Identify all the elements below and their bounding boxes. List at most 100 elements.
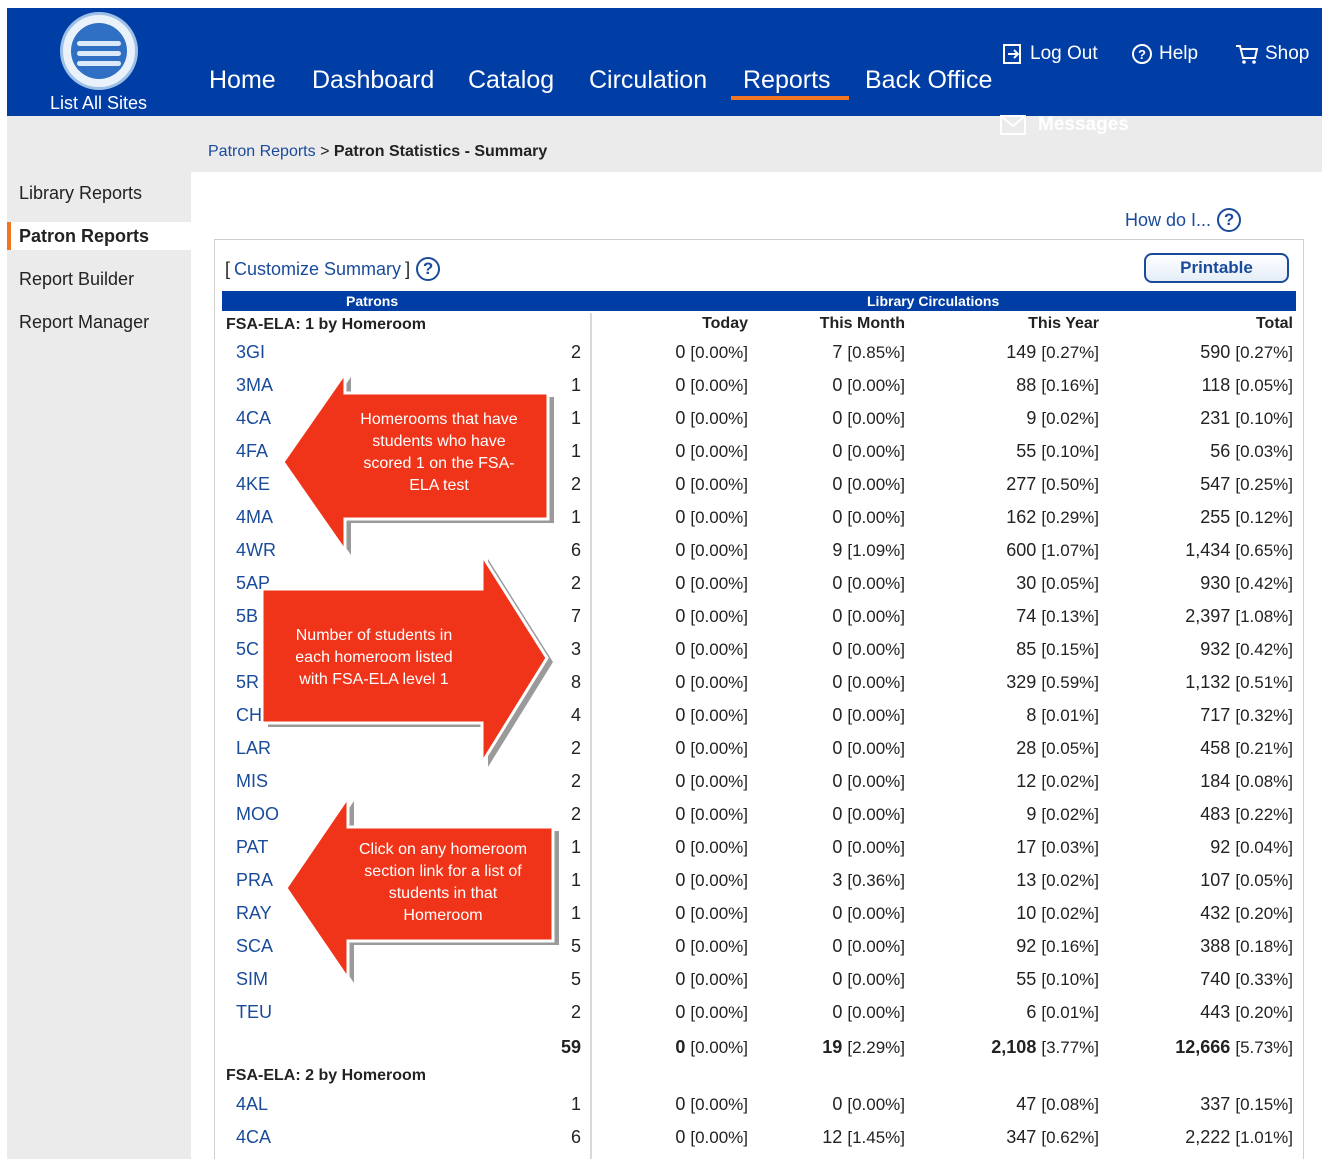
patron-count: 1	[570, 1094, 581, 1114]
cell-total: 255 [0.12%]	[1200, 507, 1293, 528]
table-row: PAT 1 0 [0.00%] 0 [0.00%] 17 [0.03%] 92 [0.04…	[0, 837, 1329, 870]
cell-total-value: 547	[1200, 474, 1231, 494]
nav-reports[interactable]: Reports	[731, 66, 849, 100]
cell-year-percent: [0.27%]	[1041, 343, 1099, 362]
customize-summary-link[interactable]: Customize Summary	[234, 259, 401, 280]
cell-month: 0 [0.00%]	[832, 375, 905, 396]
cell-year-value: 162	[1006, 507, 1037, 527]
nav-dashboard[interactable]: Dashboard	[312, 66, 434, 95]
callout-homerooms-line-3: scored 1 on the FSA-	[363, 455, 515, 472]
cell-today-value: 0	[675, 639, 686, 659]
homeroom-link[interactable]: PRA	[236, 870, 273, 891]
cell-month: 0 [0.00%]	[832, 771, 905, 792]
homeroom-link[interactable]: 4KE	[236, 474, 270, 495]
homeroom-link[interactable]: 4AL	[236, 1094, 268, 1115]
cell-year-percent: [0.10%]	[1041, 442, 1099, 461]
homeroom-link[interactable]: 5B	[236, 606, 258, 627]
list-all-sites-link[interactable]: List All Sites	[41, 93, 156, 114]
help-link[interactable]: ? Help	[1131, 43, 1198, 65]
homeroom-link[interactable]: RAY	[236, 903, 272, 924]
cell-today-percent: [0.00%]	[690, 739, 748, 758]
homeroom-link[interactable]: 5R	[236, 672, 259, 693]
table-row: 4MA 1 0 [0.00%] 0 [0.00%] 162 [0.29%] 255 [0.…	[0, 507, 1329, 540]
cell-total-value: 458	[1200, 738, 1231, 758]
cell-today-percent: [0.00%]	[690, 343, 748, 362]
cell-month-value: 0	[832, 408, 843, 428]
homeroom-link[interactable]: SIM	[236, 969, 268, 990]
printable-button[interactable]: Printable	[1144, 253, 1289, 283]
sidebar-item-patron-reports[interactable]: Patron Reports	[19, 226, 149, 247]
cell-month: 7 [0.85%]	[832, 342, 905, 363]
table-row: 5R 8 0 [0.00%] 0 [0.00%] 329 [0.59%] 1,132 [0…	[0, 672, 1329, 705]
sidebar-item-library-reports[interactable]: Library Reports	[19, 183, 142, 204]
cell-total-value: 483	[1200, 804, 1231, 824]
breadcrumb-patron-reports[interactable]: Patron Reports	[208, 143, 316, 160]
patron-count: 2	[570, 1002, 581, 1022]
cell-total-value: 930	[1200, 573, 1231, 593]
cell-total-value: 740	[1200, 969, 1231, 989]
patron-count: 2	[570, 738, 581, 758]
homeroom-link[interactable]: MOO	[236, 804, 279, 825]
cell-month-percent: [0.00%]	[847, 574, 905, 593]
cell-year-value: 13	[1016, 870, 1037, 890]
table-row: 4FA 1 0 [0.00%] 0 [0.00%] 55 [0.10%] 56 [0.03…	[0, 441, 1329, 474]
cell-month: 0 [0.00%]	[832, 507, 905, 528]
nav-home[interactable]: Home	[209, 66, 276, 95]
patron-count: 8	[570, 672, 581, 692]
homeroom-link[interactable]: 4CA	[236, 408, 271, 429]
homeroom-link[interactable]: TEU	[236, 1002, 272, 1023]
homeroom-link[interactable]: PAT	[236, 837, 268, 858]
cell-total-percent: [0.65%]	[1235, 541, 1293, 560]
nav-circulation[interactable]: Circulation	[589, 66, 707, 95]
cell-today-percent: [0.00%]	[690, 409, 748, 428]
nav-back-office[interactable]: Back Office	[865, 66, 992, 95]
sidebar-item-report-manager[interactable]: Report Manager	[19, 312, 149, 333]
patron-count: 1	[570, 870, 581, 890]
homeroom-link[interactable]: 5C	[236, 639, 259, 660]
shop-link[interactable]: Shop	[1235, 43, 1309, 65]
how-do-i-label: How do I...	[1125, 209, 1212, 230]
cell-total-value: 1,132	[1185, 672, 1231, 692]
cell-total-percent: [1.08%]	[1235, 607, 1293, 626]
how-do-i-link[interactable]: How do I... ?	[1125, 208, 1242, 232]
customize-help-icon[interactable]: ?	[416, 257, 441, 281]
cell-month-value: 0	[832, 375, 843, 395]
cell-total-percent: [0.27%]	[1235, 343, 1293, 362]
cell-month-percent: [0.00%]	[847, 937, 905, 956]
table-row: LAR 2 0 [0.00%] 0 [0.00%] 28 [0.05%] 458 [0.2…	[0, 738, 1329, 771]
cell-today-percent: [0.00%]	[690, 904, 748, 923]
cell-today-value: 0	[675, 804, 686, 824]
homeroom-link[interactable]: 4FA	[236, 441, 268, 462]
homeroom-link[interactable]: SCA	[236, 936, 273, 957]
log-out-link[interactable]: Log Out	[1002, 43, 1098, 65]
callout-homerooms-line-2: students who have	[372, 433, 506, 450]
log-out-icon	[1003, 44, 1021, 64]
cell-month-percent: [0.00%]	[847, 442, 905, 461]
cell-today-value: 0	[675, 1127, 686, 1147]
homeroom-link[interactable]: 4MA	[236, 507, 273, 528]
site-logo[interactable]: List All Sites	[41, 12, 156, 120]
cell-month: 9 [1.09%]	[832, 540, 905, 561]
table-row: TEU 2 0 [0.00%] 0 [0.00%] 6 [0.01%] 443 [0.20…	[0, 1002, 1329, 1035]
callout-click-line-1: Click on any homeroom	[358, 841, 528, 858]
nav-catalog[interactable]: Catalog	[468, 66, 554, 95]
cell-today-value: 0	[675, 408, 686, 428]
callout-counts-line-2: each homeroom listed	[295, 649, 453, 666]
sidebar-item-report-builder[interactable]: Report Builder	[19, 269, 134, 290]
cell-total-percent: [0.33%]	[1235, 970, 1293, 989]
cell-year-value: 47	[1016, 1094, 1037, 1114]
cell-month-percent: [0.85%]	[847, 343, 905, 362]
cell-month-percent: [0.00%]	[847, 475, 905, 494]
table-row: 5B 7 0 [0.00%] 0 [0.00%] 74 [0.13%] 2,397 [1.…	[0, 606, 1329, 639]
homeroom-link[interactable]: 3GI	[236, 342, 265, 363]
cell-total: 337 [0.15%]	[1200, 1094, 1293, 1115]
homeroom-link[interactable]: 4CA	[236, 1127, 271, 1148]
cell-month-value: 0	[832, 771, 843, 791]
table-row: 5AP 2 0 [0.00%] 0 [0.00%] 30 [0.05%] 930 [0.4…	[0, 573, 1329, 606]
homeroom-link[interactable]: 3MA	[236, 375, 273, 396]
cell-total-value: 255	[1200, 507, 1231, 527]
messages-link[interactable]: Messages	[1000, 114, 1129, 136]
cell-today-value: 0	[675, 540, 686, 560]
cell-today-percent: [0.00%]	[690, 607, 748, 626]
homeroom-link[interactable]: CH	[236, 705, 262, 726]
